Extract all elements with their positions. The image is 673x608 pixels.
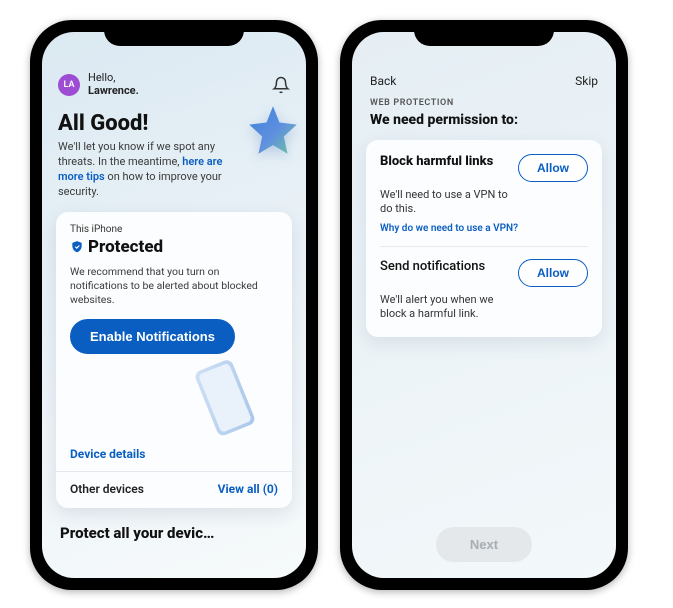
notch: [104, 20, 244, 46]
perm-top-row: Send notifications Allow: [380, 259, 588, 287]
perm-top-row: Block harmful links Allow: [380, 154, 588, 182]
star-illustration: [246, 103, 300, 157]
skip-button[interactable]: Skip: [575, 74, 598, 88]
device-card: This iPhone Protected We recommend that …: [56, 212, 292, 509]
view-all-link[interactable]: View all (0): [218, 482, 278, 496]
permission-block-notifications: Send notifications Allow We'll alert you…: [380, 246, 588, 322]
phone-mockup-permissions: Back Skip WEB PROTECTION We need permiss…: [340, 20, 628, 590]
avatar[interactable]: LA: [58, 74, 80, 96]
perm-title-links: Block harmful links: [380, 154, 493, 170]
next-button[interactable]: Next: [436, 527, 532, 562]
device-label: This iPhone: [70, 224, 278, 235]
enable-notifications-button[interactable]: Enable Notifications: [70, 319, 235, 354]
other-devices-label: Other devices: [70, 482, 144, 496]
phone-mockup-home: LA Hello, Lawrence. All Good! We'll let …: [30, 20, 318, 590]
greeting-name: Lawrence.: [88, 85, 264, 98]
permissions-heading: We need permission to:: [366, 108, 602, 140]
nav-row: Back Skip: [366, 68, 602, 98]
home-content: LA Hello, Lawrence. All Good! We'll let …: [42, 68, 306, 578]
perm-title-notifications: Send notifications: [380, 259, 485, 275]
bell-icon[interactable]: [272, 76, 290, 94]
header-row: LA Hello, Lawrence.: [56, 68, 292, 105]
perm-desc-links: We'll need to use a VPN to do this.: [380, 188, 520, 217]
greeting-hello: Hello,: [88, 72, 264, 85]
screen-home: LA Hello, Lawrence. All Good! We'll let …: [42, 32, 306, 578]
protected-status: Protected: [88, 237, 163, 257]
bottom-teaser-heading: Protect all your devic…: [56, 508, 292, 542]
protected-row: Protected: [70, 237, 278, 257]
shield-check-icon: [70, 240, 84, 254]
permissions-content: Back Skip WEB PROTECTION We need permiss…: [352, 68, 616, 578]
greeting-block: Hello, Lawrence.: [88, 72, 264, 97]
vpn-why-link[interactable]: Why do we need to use a VPN?: [380, 223, 588, 234]
perm-desc-notifications: We'll alert you when we block a harmful …: [380, 293, 520, 322]
card-description: We recommend that you turn on notificati…: [70, 265, 278, 308]
notch: [414, 20, 554, 46]
allow-button-notifications[interactable]: Allow: [518, 259, 588, 287]
permission-block-links: Block harmful links Allow We'll need to …: [380, 154, 588, 246]
back-button[interactable]: Back: [370, 74, 396, 88]
phone-illustration: [70, 358, 278, 436]
title-row: All Good! We'll let you know if we spot …: [56, 105, 292, 199]
other-devices-row: Other devices View all (0): [70, 472, 278, 508]
device-details-link[interactable]: Device details: [70, 436, 278, 471]
section-label: WEB PROTECTION: [366, 98, 602, 108]
screen-permissions: Back Skip WEB PROTECTION We need permiss…: [352, 32, 616, 578]
permissions-card: Block harmful links Allow We'll need to …: [366, 140, 602, 337]
page-subtitle: We'll let you know if we spot any threat…: [58, 140, 233, 199]
allow-button-links[interactable]: Allow: [518, 154, 588, 182]
